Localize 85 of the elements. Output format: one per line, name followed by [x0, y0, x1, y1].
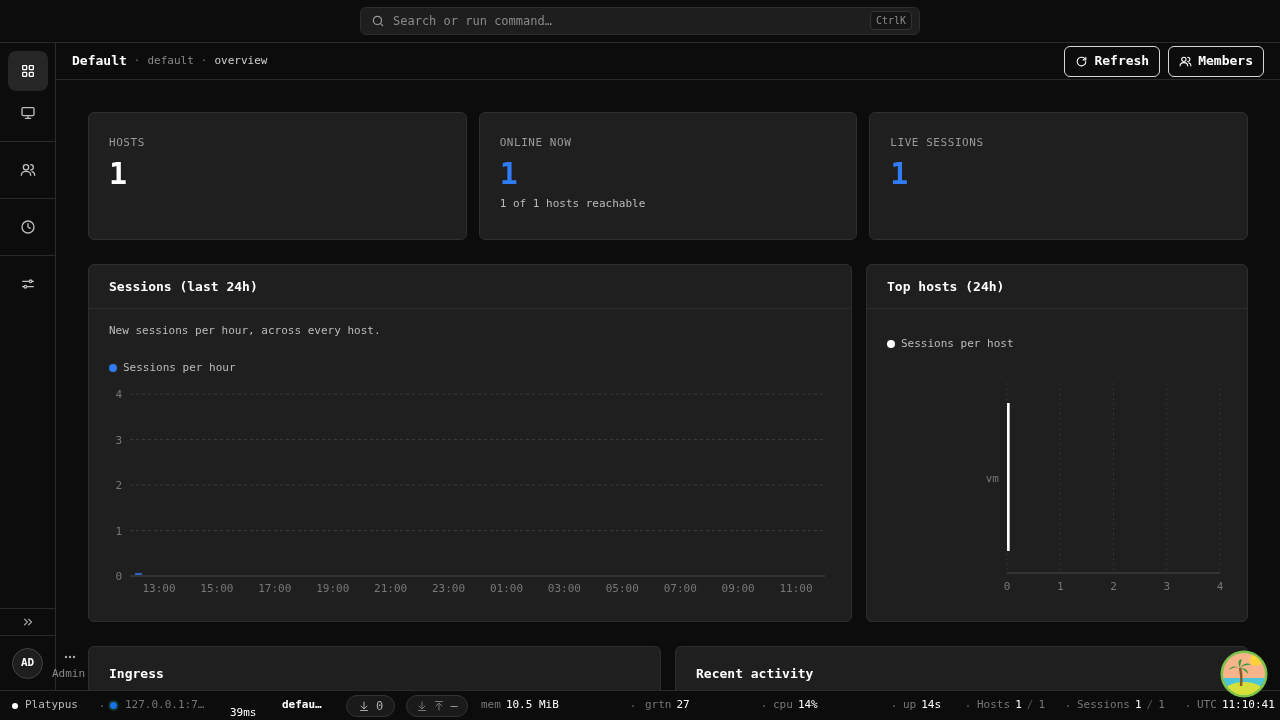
breadcrumb-current: overview [214, 52, 268, 69]
counter-label: Sessions [1077, 697, 1130, 714]
axis-tick-label: 01:00 [489, 582, 523, 595]
metric-value: 10.5 MiB [505, 697, 559, 714]
counter-divider: / [1026, 697, 1034, 714]
more-icon[interactable] [64, 655, 76, 659]
legend-label: Sessions per host [901, 336, 1014, 352]
metric-label: cpu [773, 697, 793, 714]
user-role: Admin [52, 665, 86, 682]
metric-label: grtn [645, 697, 672, 714]
stat-label: LIVE SESSIONS [890, 135, 984, 151]
axis-tick-label: 0 [1003, 579, 1011, 593]
counter-value: 1 [1015, 697, 1022, 714]
axis-tick-label: 03:00 [547, 582, 581, 595]
latency-value: 39ms [229, 706, 258, 720]
refresh-icon [1075, 54, 1089, 68]
panel-description: New sessions per hour, across every host. [109, 323, 381, 339]
sidebar-item[interactable] [7, 51, 48, 91]
axis-tick-label: 05:00 [605, 582, 639, 595]
upload-icon [433, 699, 446, 712]
counter-total: 1 [1158, 697, 1165, 714]
axis-category-label: vm [985, 471, 999, 485]
counter-divider: / [1146, 697, 1154, 714]
panel-title: Recent activity [696, 666, 814, 681]
transfer-button[interactable]: – [406, 694, 468, 717]
clock-time: 11:10:41 [1221, 697, 1275, 714]
axis-tick-label: 09:00 [721, 582, 755, 595]
workspace-name[interactable]: defau… [282, 697, 346, 714]
clock-label: UTC [1197, 697, 1217, 714]
island-icon[interactable] [1220, 650, 1268, 698]
metric-label: up [903, 697, 917, 714]
axis-tick-label: 23:00 [432, 582, 466, 595]
panel-title: Top hosts (24h) [887, 277, 1005, 296]
page-title: Default [72, 52, 127, 71]
panel-title: Ingress [109, 666, 164, 681]
stat-value: 1 [109, 154, 128, 193]
axis-tick-label: 15:00 [200, 582, 234, 595]
axis-tick-label: 17:00 [258, 582, 292, 595]
panel-title: Sessions (last 24h) [109, 277, 258, 296]
sliders-icon [19, 276, 36, 292]
search-icon [371, 14, 385, 28]
app-name: Platypus [25, 697, 78, 714]
stat-value: 1 [890, 154, 909, 193]
axis-tick-label: 1 [115, 524, 122, 538]
axis-tick-label: 0 [115, 570, 122, 583]
stat-note: 1 of 1 hosts reachable [499, 195, 646, 212]
axis-tick-label: 13:00 [142, 582, 176, 595]
host-address[interactable]: 127.0.0.1:7… [125, 697, 205, 714]
metric-value: 14s [921, 697, 942, 714]
metric-value: 14% [797, 697, 818, 714]
axis-tick-label: 3 [1163, 579, 1171, 593]
members-button[interactable]: Members [1168, 45, 1264, 77]
stat-label: HOSTS [109, 135, 145, 151]
stat-value: 1 [499, 154, 518, 193]
download-icon [416, 699, 429, 712]
user-avatar[interactable]: AD [12, 647, 43, 679]
monitor-icon [19, 105, 36, 121]
download-icon [357, 699, 370, 712]
breadcrumb-separator: · [200, 52, 208, 69]
shortcut-hint: CtrlK [869, 11, 912, 30]
refresh-button[interactable]: Refresh [1064, 45, 1161, 77]
axis-tick-label: 4 [1216, 579, 1224, 593]
breadcrumb-link[interactable]: default [147, 52, 194, 70]
stat-label: ONLINE NOW [499, 135, 572, 151]
users-icon [1179, 54, 1193, 68]
axis-tick-label: 1 [1056, 579, 1064, 593]
breadcrumb-separator: · [133, 52, 141, 69]
counter-total: 1 [1038, 697, 1045, 714]
axis-tick-label: 2 [1110, 579, 1117, 593]
users-icon [19, 162, 36, 178]
axis-tick-label: 11:00 [779, 582, 813, 595]
downloads-button[interactable]: 0 [346, 694, 395, 717]
axis-tick-label: 2 [115, 479, 122, 492]
metric-value: 27 [676, 697, 690, 714]
clock-icon [19, 219, 36, 235]
axis-tick-label: 21:00 [374, 582, 408, 595]
legend-label: Sessions per hour [123, 359, 236, 376]
counter-label: Hosts [977, 697, 1011, 714]
grid-icon [19, 63, 36, 79]
axis-tick-label: 4 [115, 388, 122, 401]
axis-tick-label: 19:00 [316, 582, 350, 595]
axis-tick-label: 3 [115, 433, 122, 447]
metric-label: mem [481, 697, 501, 714]
axis-tick-label: 07:00 [663, 582, 697, 595]
counter-value: 1 [1135, 697, 1142, 714]
